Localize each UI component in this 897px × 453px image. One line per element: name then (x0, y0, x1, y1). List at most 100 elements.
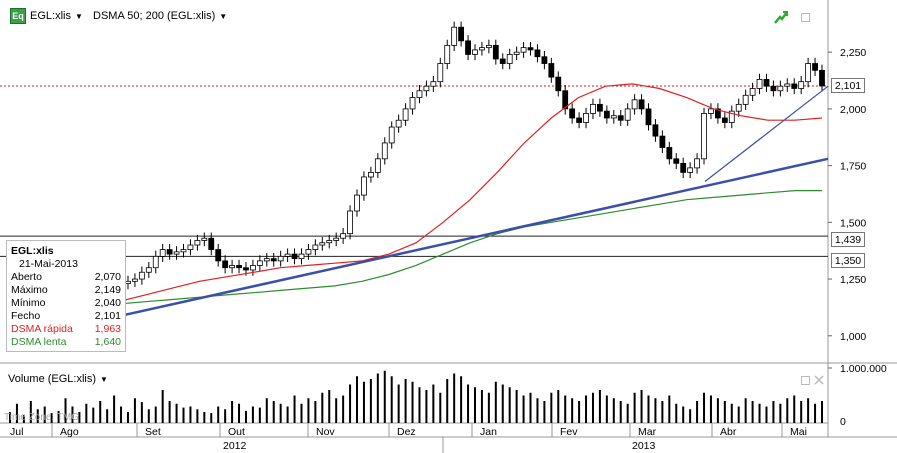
volume-bar (612, 398, 615, 423)
chevron-down-icon[interactable]: ▼ (100, 375, 108, 384)
volume-bar (821, 401, 823, 423)
candle-body (756, 79, 763, 89)
volume-bar (404, 379, 407, 423)
volume-bar (411, 381, 414, 423)
volume-bar (744, 398, 747, 423)
volume-bar (432, 384, 435, 423)
volume-bar (591, 392, 594, 423)
x-month-label: Nov (316, 426, 335, 438)
candle-body (541, 56, 548, 64)
x-month-label: Ago (60, 426, 79, 438)
window-restore-icon[interactable] (801, 376, 810, 385)
candle-body (159, 249, 166, 257)
volume-bar (723, 401, 726, 423)
volume-bar (349, 384, 352, 423)
volume-bar (682, 406, 685, 423)
x-month-label: Mai (790, 426, 807, 438)
trend-arrow-icon[interactable] (774, 10, 788, 24)
candle-body (694, 158, 700, 169)
symbol-label[interactable]: EGL:xlis (30, 10, 71, 22)
symbol-selector[interactable]: Eq EGL:xlis ▼ (10, 8, 83, 24)
x-month-label: Dez (397, 426, 416, 438)
volume-bar (154, 406, 157, 423)
candle-body (770, 85, 777, 92)
info-row-slow-sma: DSMA lenta 1,640 (11, 336, 121, 348)
volume-bar (494, 381, 497, 423)
x-year-label: 2012 (223, 440, 247, 452)
volume-bar (244, 410, 247, 423)
candle-body (659, 135, 666, 148)
candle-body (610, 115, 617, 119)
candle-body (326, 240, 333, 244)
volume-bar (293, 395, 296, 423)
volume-bar (106, 409, 109, 423)
moving-average-line (9, 190, 822, 314)
volume-bar (126, 412, 129, 423)
volume-bar (480, 390, 483, 423)
candle-body (597, 103, 603, 112)
candle-body (798, 81, 805, 89)
volume-bar (647, 395, 650, 423)
candle-body (374, 158, 381, 173)
volume-bar (168, 401, 171, 423)
moving-average-line (9, 83, 823, 325)
info-row: Fecho 2,101 (11, 310, 121, 322)
volume-bar (307, 398, 310, 423)
volume-bar (92, 407, 95, 423)
window-restore-icon[interactable] (801, 13, 810, 22)
x-month-label: Jan (480, 426, 497, 438)
candle-body (451, 26, 458, 46)
chevron-down-icon[interactable]: ▼ (219, 12, 227, 21)
candle-body (395, 119, 402, 128)
candle-body (673, 158, 680, 164)
candle-body (291, 253, 298, 260)
volume-bar (161, 390, 164, 423)
candle-body (534, 49, 541, 58)
indicator-label[interactable]: DSMA 50; 200 (EGL:xlis) (93, 10, 215, 22)
candle-body (367, 172, 374, 178)
volume-bar (467, 384, 470, 423)
level-label-1439: 1,439 (831, 232, 865, 247)
volume-bar (515, 390, 518, 423)
volume-bar (356, 376, 359, 423)
volume-bar (418, 387, 421, 423)
candle-body (305, 249, 312, 255)
candle-body (298, 253, 305, 260)
candle-body (777, 85, 784, 92)
candle-body (506, 54, 513, 64)
candle-body (735, 103, 742, 112)
indicator-selector[interactable]: DSMA 50; 200 (EGL:xlis) ▼ (93, 8, 227, 24)
candle-body (201, 237, 208, 241)
volume-bar (779, 403, 782, 423)
candle-body (361, 176, 367, 196)
volume-title[interactable]: Volume (EGL:xlis) (8, 373, 96, 385)
volume-bar (272, 401, 275, 423)
volume-tick-max: 1.000.000 (840, 363, 887, 375)
volume-bar (751, 401, 754, 423)
volume-bar (661, 401, 664, 423)
volume-bar (737, 406, 740, 423)
x-month-label: Set (145, 426, 161, 438)
chart-canvas: 2,250 2,000 1,750 1,500 1,250 1,000 Jul Ago Set O… (0, 0, 897, 453)
candle-body (708, 108, 714, 114)
candle-body (763, 79, 770, 87)
volume-bar (425, 390, 428, 423)
volume-bar (189, 406, 192, 423)
volume-bar (453, 373, 456, 423)
volume-bar (439, 392, 442, 423)
info-row: Mínimo 2,040 (11, 297, 121, 309)
volume-bar (571, 398, 574, 423)
volume-panel-selector[interactable]: Volume (EGL:xlis) ▼ (8, 373, 108, 385)
volume-bar (689, 409, 692, 423)
candle-body (548, 63, 555, 78)
timezone-label: Time Zone: TMG (4, 412, 80, 423)
volume-bar (182, 407, 185, 423)
volume-bar (619, 401, 622, 423)
candle-body (465, 40, 471, 55)
volume-bar (487, 392, 490, 423)
volume-bar (807, 398, 810, 423)
volume-bar (342, 395, 345, 423)
close-icon[interactable] (814, 375, 824, 385)
volume-bar (765, 406, 768, 423)
chevron-down-icon[interactable]: ▼ (75, 12, 83, 21)
